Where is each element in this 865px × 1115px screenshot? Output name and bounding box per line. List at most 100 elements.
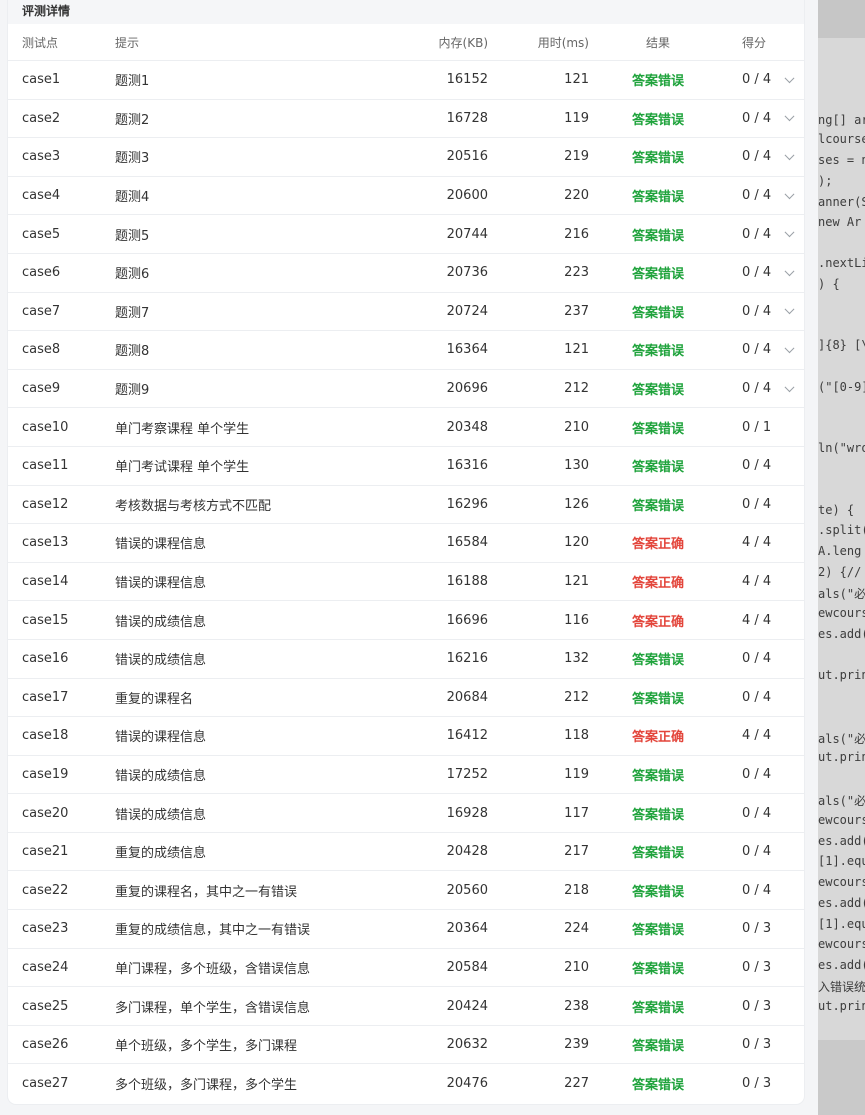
status-badge: 答案错误 [631,190,684,206]
case-score: 4 / 4 [742,612,772,628]
chevron-down-icon[interactable] [784,150,795,161]
chevron-down-icon[interactable] [784,343,795,354]
case-time: 227 [564,1075,589,1091]
status-badge: 答案正确 [631,537,684,553]
code-line: anner(S [818,195,865,209]
case-score: 0 / 3 [742,959,772,975]
case-memory: 20736 [446,265,488,281]
case-hint: 错误的课程信息 [115,576,207,592]
status-badge: 答案错误 [631,1000,684,1016]
code-line: ng[] ar [818,113,865,127]
chevron-down-icon[interactable] [784,381,795,392]
code-line: ewcours [818,606,865,620]
status-badge: 答案错误 [631,74,684,90]
case-id: case9 [22,381,61,397]
table-row[interactable]: case2 题测2 16728 119 答案错误 0 / 4 [8,98,804,138]
code-line: ewcours [818,875,865,889]
table-row: case21 重复的成绩信息 20428 217 答案错误 0 / 4 [8,831,804,871]
code-line: .split( [818,523,865,537]
case-hint: 题测5 [115,228,150,244]
status-badge: 答案错误 [631,653,684,669]
code-line: ewcours [818,937,865,951]
table-row: case19 错误的成绩信息 17252 119 答案错误 0 / 4 [8,754,804,794]
case-time: 239 [564,1037,589,1053]
table-row: case10 单门考察课程 单个学生 20348 210 答案错误 0 / 1 [8,407,804,446]
case-hint: 单门考察课程 单个学生 [115,421,250,437]
case-memory: 16728 [446,110,488,126]
case-memory: 16188 [446,574,488,590]
case-hint: 考核数据与考核方式不匹配 [115,498,272,514]
table-row[interactable]: case7 题测7 20724 237 答案错误 0 / 4 [8,291,804,331]
chevron-down-icon[interactable] [784,111,795,122]
code-line: als("必 [818,732,865,746]
chevron-down-icon[interactable] [784,227,795,238]
chevron-down-icon[interactable] [784,188,795,199]
case-hint: 单门考试课程 单个学生 [115,460,250,476]
case-score: 0 / 4 [742,226,772,242]
code-line: ]{8} [\ [818,338,865,352]
case-score: 4 / 4 [742,535,772,551]
table-row[interactable]: case6 题测6 20736 223 答案错误 0 / 4 [8,252,804,292]
code-line: .nextLi [818,256,865,270]
case-memory: 16584 [446,535,488,551]
case-score: 0 / 4 [742,844,772,860]
header-hint: 提示 [115,35,140,50]
case-time: 210 [564,419,589,435]
code-line: ut.prin [818,668,865,682]
case-hint: 多门课程，单个学生，含错误信息 [115,1000,311,1016]
case-score: 0 / 4 [742,651,772,667]
case-id: case24 [22,959,69,975]
status-badge: 答案错误 [631,768,684,784]
code-line: lcourse [818,132,865,146]
table-row[interactable]: case5 题测5 20744 216 答案错误 0 / 4 [8,214,804,253]
table-row[interactable]: case9 题测9 20696 212 答案错误 0 / 4 [8,368,804,408]
case-score: 0 / 4 [742,882,772,898]
case-hint: 错误的成绩信息 [115,807,207,823]
code-line: als("必 [818,587,865,601]
case-hint: 题测6 [115,267,150,283]
status-badge: 答案错误 [631,460,684,476]
case-score: 0 / 4 [742,72,772,88]
case-score: 4 / 4 [742,728,772,744]
table-row[interactable]: case4 题测4 20600 220 答案错误 0 / 4 [8,175,804,215]
table-row[interactable]: case1 题测1 16152 121 答案错误 0 / 4 [8,60,804,99]
case-time: 121 [564,342,589,358]
code-line: [1].equ [818,854,865,868]
case-hint: 题测2 [115,112,150,128]
case-score: 0 / 4 [742,805,772,821]
status-badge: 答案错误 [631,344,684,360]
case-memory: 16412 [446,728,488,744]
chevron-down-icon[interactable] [784,266,795,276]
code-line: ("[0-9] [818,380,865,394]
case-id: case2 [22,110,61,126]
case-hint: 多个班级，多门课程，多个学生 [115,1077,298,1093]
case-id: case23 [22,921,69,937]
case-time: 220 [564,188,589,204]
case-id: case19 [22,766,69,782]
table-row[interactable]: case8 题测8 16364 121 答案错误 0 / 4 [8,330,804,369]
table-row[interactable]: case3 题测3 20516 219 答案错误 0 / 4 [8,137,804,176]
case-hint: 重复的课程名，其中之一有错误 [115,884,298,900]
case-time: 119 [564,766,589,782]
case-hint: 错误的成绩信息 [115,768,207,784]
case-hint: 单个班级，多个学生，多门课程 [115,1039,298,1055]
status-badge: 答案错误 [631,807,684,823]
case-hint: 题测9 [115,383,150,399]
case-id: case20 [22,805,69,821]
case-id: case25 [22,998,69,1014]
chevron-down-icon[interactable] [784,304,795,315]
case-id: case26 [22,1037,69,1053]
code-line: A.leng [818,544,862,558]
chevron-down-icon[interactable] [784,73,795,83]
case-memory: 20476 [446,1075,488,1091]
case-id: case14 [22,574,69,590]
status-badge: 答案错误 [631,1077,684,1093]
case-id: case18 [22,728,69,744]
case-memory: 16928 [446,805,488,821]
code-line: 2) {// [818,565,862,579]
header-memory: 内存(KB) [438,35,488,50]
case-score: 0 / 4 [742,265,772,281]
case-id: case21 [22,844,69,860]
case-memory: 16696 [446,612,488,628]
code-editor-footer [818,1040,865,1115]
